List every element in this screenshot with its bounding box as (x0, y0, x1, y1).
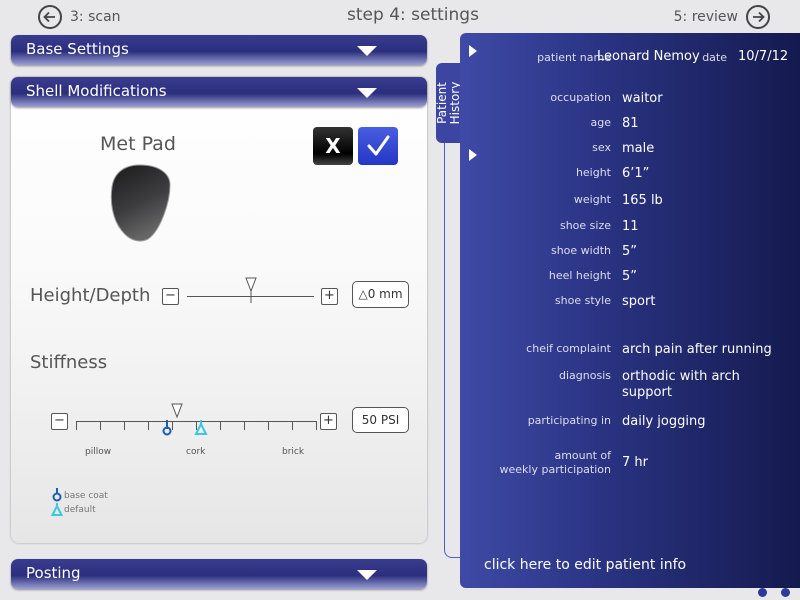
confirm-button[interactable] (358, 127, 398, 165)
arrow-right-icon[interactable] (469, 149, 477, 161)
triangle-icon: △ (358, 287, 368, 301)
patient-field-value: 6’1” (622, 166, 650, 181)
stiffness-tick (124, 421, 125, 430)
amount-label-line-2: weekly participation (499, 463, 611, 476)
edit-patient-info-link[interactable]: click here to edit patient info (484, 557, 686, 573)
patient-field-value: 5” (622, 244, 638, 259)
complaint-value: arch pain after running (622, 342, 772, 357)
patient-field-label: occupation (550, 91, 611, 104)
patient-field-label: height (575, 166, 611, 179)
participating-value: daily jogging (622, 414, 706, 429)
posting-label: Posting (26, 564, 81, 582)
diagnosis-value-line-1: orthodic with arch (622, 369, 740, 384)
patient-history-tab[interactable]: Patient History (435, 63, 462, 143)
chevron-down-icon (357, 46, 377, 56)
scale-label-brick: brick (282, 447, 305, 457)
stiffness-tick (100, 421, 101, 430)
shell-modifications-label: Shell Modifications (26, 82, 167, 100)
stiffness-label: Stiffness (30, 352, 108, 373)
patient-field-label: weight (573, 193, 611, 206)
patient-history-panel: patient name Leonard Nemoy date 10/7/12 … (460, 33, 800, 588)
stiffness-tick (148, 421, 149, 430)
shell-modifications-panel: Shell Modifications Met Pad X Height/Dep… (11, 77, 427, 543)
met-pad-label: Met Pad (100, 133, 176, 155)
patient-field-label: age (590, 116, 612, 129)
stiffness-tick (244, 421, 245, 430)
base-coat-legend-icon (52, 488, 62, 502)
posting-header[interactable]: Posting (11, 559, 427, 589)
amount-label-line-1: amount of (554, 449, 611, 462)
page-indicator-dot (758, 588, 767, 597)
base-coat-marker (161, 420, 173, 436)
patient-field-label: sex (592, 141, 611, 154)
stiffness-slider-thumb[interactable] (171, 403, 183, 421)
check-icon (367, 135, 390, 156)
patient-field-label: shoe width (550, 244, 611, 257)
arrow-right-icon (746, 5, 770, 29)
patient-field-value: sport (622, 294, 656, 309)
page-indicator-dot (781, 588, 790, 597)
chevron-down-icon (357, 88, 377, 98)
diagnosis-label: diagnosis (559, 369, 611, 382)
reject-button[interactable]: X (313, 127, 353, 165)
base-settings-header[interactable]: Base Settings (11, 35, 427, 65)
patient-field-value: 5” (622, 269, 638, 284)
default-legend-icon (51, 503, 63, 516)
default-legend-label: default (64, 505, 96, 515)
diagnosis-value-line-2: support (622, 385, 672, 400)
amount-value: 7 hr (622, 455, 648, 470)
scale-label-cork: cork (186, 447, 206, 457)
patient-field-label: shoe style (554, 294, 611, 307)
next-label: 5: review (673, 9, 738, 25)
patient-field-label: shoe size (559, 219, 611, 232)
stiffness-tick (292, 421, 293, 430)
height-depth-label: Height/Depth (30, 285, 151, 306)
patient-field-value: male (622, 141, 655, 156)
date-value: 10/7/12 (738, 49, 789, 64)
height-value: 0 mm (367, 287, 403, 301)
met-pad-shape (110, 164, 171, 242)
complaint-label: cheif complaint (526, 342, 611, 355)
patient-history-tab-label: Patient History (435, 81, 462, 125)
patient-field-value: waitor (622, 91, 663, 106)
patient-field-value: 81 (622, 116, 639, 131)
top-navigation: 3: scan step 4: settings 5: review (0, 0, 800, 34)
arrow-right-icon[interactable] (469, 45, 477, 57)
stiffness-tick (220, 421, 221, 430)
base-settings-label: Base Settings (26, 40, 129, 58)
stiffness-tick (76, 421, 77, 430)
height-slider-thumb[interactable] (244, 277, 257, 303)
patient-field-value: 165 lb (622, 193, 663, 208)
stiffness-tick (316, 421, 317, 430)
base-coat-legend-label: base coat (64, 491, 108, 501)
height-increase-button[interactable]: + (321, 288, 338, 305)
stiffness-decrease-button[interactable]: − (51, 413, 68, 430)
patient-name-value: Leonard Nemoy (597, 49, 700, 64)
patient-field-value: 11 (622, 219, 639, 234)
stiffness-value-field[interactable]: 50 PSI (352, 407, 409, 433)
default-marker (194, 420, 208, 436)
patient-field-label: heel height (548, 269, 611, 282)
height-value-field[interactable]: △0 mm (352, 281, 409, 308)
height-decrease-button[interactable]: − (162, 288, 179, 305)
stiffness-increase-button[interactable]: + (320, 413, 337, 430)
shell-modifications-header[interactable]: Shell Modifications (11, 77, 427, 107)
chevron-down-icon (357, 570, 377, 580)
participating-label: participating in (527, 414, 611, 427)
forward-to-review-button[interactable]: 5: review (674, 5, 770, 29)
date-label: date (702, 51, 727, 64)
scale-label-pillow: pillow (85, 447, 112, 457)
stiffness-tick (268, 421, 269, 430)
